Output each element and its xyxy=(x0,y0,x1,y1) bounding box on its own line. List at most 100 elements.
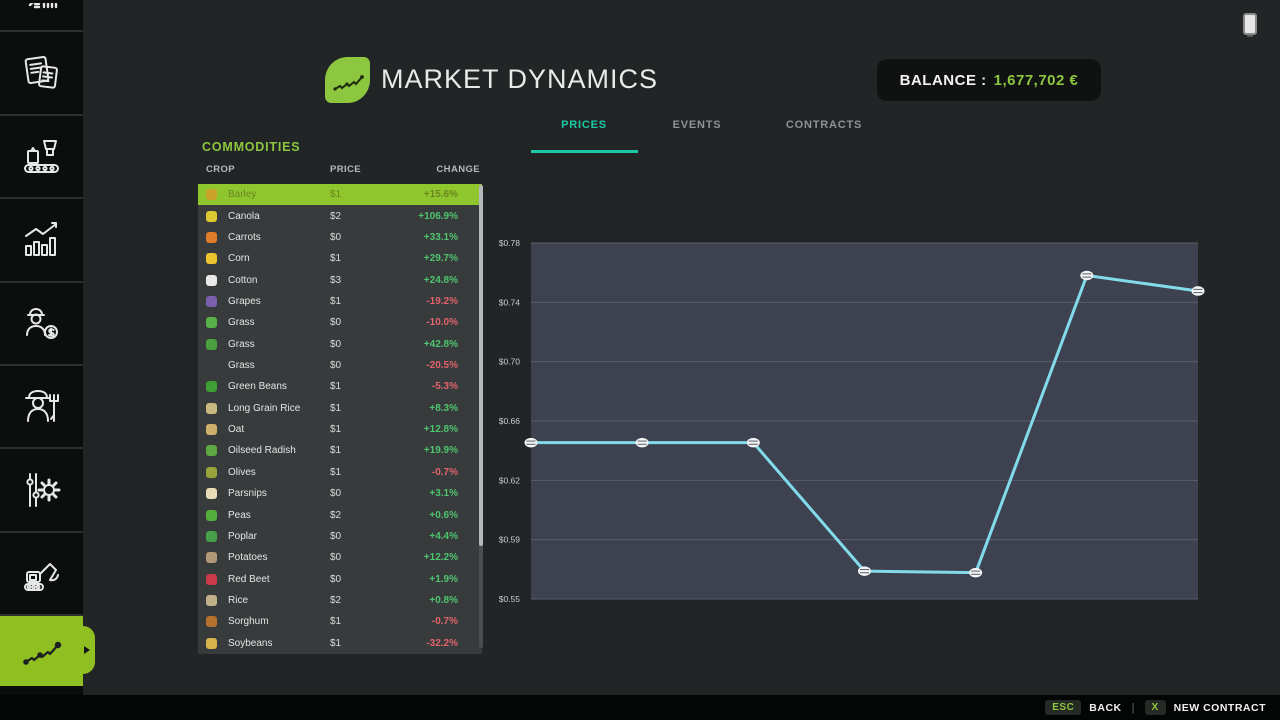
commodity-row[interactable]: Grass$0-20.5% xyxy=(198,355,482,376)
new-contract-hint[interactable]: X NEW CONTRACT xyxy=(1145,700,1267,715)
y-axis-tick-label: $0.70 xyxy=(499,357,521,367)
sidebar-item-sales[interactable] xyxy=(0,281,83,364)
commodity-row[interactable]: Grapes$1-19.2% xyxy=(198,291,482,312)
price-point-marker xyxy=(525,438,538,448)
commodity-change: -5.3% xyxy=(432,381,458,392)
tab-contracts[interactable]: CONTRACTS xyxy=(786,119,862,131)
commodity-row[interactable]: Corn$1+29.7% xyxy=(198,248,482,269)
balance-label: BALANCE : xyxy=(900,72,987,89)
commodity-row[interactable]: Canola$2+106.9% xyxy=(198,205,482,226)
oilseed-radish-icon xyxy=(206,445,217,456)
price-history-chart: $0.78$0.74$0.70$0.66$0.62$0.59$0.55 xyxy=(480,230,1210,606)
commodity-price: $0 xyxy=(330,531,341,542)
column-header-crop: CROP xyxy=(206,164,235,175)
documents-icon xyxy=(20,51,64,95)
commodity-price: $2 xyxy=(330,595,341,606)
y-axis-tick-label: $0.66 xyxy=(499,416,521,426)
commodity-row[interactable]: Long Grain Rice$1+8.3% xyxy=(198,398,482,419)
tab-prices[interactable]: PRICES xyxy=(561,119,607,131)
commodity-row[interactable]: Barley$1+15.6% xyxy=(198,184,482,205)
commodity-change: -19.2% xyxy=(426,296,458,307)
red-beet-icon xyxy=(206,574,217,585)
commodity-price: $1 xyxy=(330,467,341,478)
commodity-name: Peas xyxy=(228,510,429,521)
commodity-change: +33.1% xyxy=(424,232,458,243)
phone-status-icon xyxy=(1243,13,1257,35)
commodity-change: +12.2% xyxy=(424,552,458,563)
commodities-table-header: CROP PRICE CHANGE xyxy=(198,164,482,180)
commodity-price: $0 xyxy=(330,317,341,328)
commodities-section-title: COMMODITIES xyxy=(202,140,300,154)
commodity-row[interactable]: Red Beet$0+1.9% xyxy=(198,568,482,589)
sidebar-item-construction[interactable] xyxy=(0,531,83,614)
commodity-price: $2 xyxy=(330,510,341,521)
esc-key-badge: ESC xyxy=(1045,700,1081,715)
commodity-change: -20.5% xyxy=(426,360,458,371)
back-hint[interactable]: ESC BACK xyxy=(1045,700,1121,715)
sidebar-item-market-dynamics[interactable] xyxy=(0,614,83,686)
commodity-price: $1 xyxy=(330,616,341,627)
commodity-name: Canola xyxy=(228,211,418,222)
commodity-row[interactable]: Cotton$3+24.8% xyxy=(198,269,482,290)
sidebar-item-farmhands[interactable] xyxy=(0,364,83,447)
poplar-icon xyxy=(206,531,217,542)
commodity-price: $1 xyxy=(330,189,341,200)
commodity-row[interactable]: Sorghum$1-0.7% xyxy=(198,611,482,632)
commodity-row[interactable]: Peas$2+0.6% xyxy=(198,504,482,525)
trend-logo-icon xyxy=(331,65,365,95)
commodity-row[interactable]: Grass$0+42.8% xyxy=(198,334,482,355)
y-axis-tick-label: $0.59 xyxy=(499,535,521,545)
commodity-row[interactable]: Parsnips$0+3.1% xyxy=(198,483,482,504)
commodity-row[interactable]: Olives$1-0.7% xyxy=(198,462,482,483)
commodity-change: +19.9% xyxy=(424,445,458,456)
commodity-row[interactable]: Green Beans$1-5.3% xyxy=(198,376,482,397)
commodity-name: Oilseed Radish xyxy=(228,445,424,456)
y-axis-tick-label: $0.62 xyxy=(499,475,521,485)
commodity-row[interactable]: Potatoes$0+12.2% xyxy=(198,547,482,568)
commodity-name: Rice xyxy=(228,595,429,606)
commodity-change: +4.4% xyxy=(429,531,458,542)
sidebar-item-production[interactable] xyxy=(0,114,83,197)
tab-events[interactable]: EVENTS xyxy=(673,119,722,131)
y-axis-tick-label: $0.55 xyxy=(499,594,521,604)
price-point-marker xyxy=(969,568,982,578)
sliders-gear-icon xyxy=(20,468,64,512)
commodity-row[interactable]: Poplar$0+4.4% xyxy=(198,526,482,547)
sorghum-icon xyxy=(206,616,217,627)
price-point-marker xyxy=(747,438,760,448)
y-axis-tick-label: $0.78 xyxy=(499,238,521,248)
market-dynamics-icon xyxy=(19,631,65,671)
commodity-change: +12.8% xyxy=(424,424,458,435)
commodity-name: Carrots xyxy=(228,232,424,243)
production-icon xyxy=(20,135,64,179)
commodity-price: $0 xyxy=(330,574,341,585)
commodity-name: Red Beet xyxy=(228,574,429,585)
farmer-icon xyxy=(20,385,64,429)
sidebar-item-finances[interactable] xyxy=(0,0,83,30)
grass-icon xyxy=(206,317,217,328)
commodity-row[interactable]: Grass$0-10.0% xyxy=(198,312,482,333)
market-dynamics-screen: MARKET DYNAMICS BALANCE : 1,677,702 € PR… xyxy=(0,0,1280,720)
commodity-price: $1 xyxy=(330,445,341,456)
commodity-price: $0 xyxy=(330,488,341,499)
commodity-price: $1 xyxy=(330,424,341,435)
commodity-row[interactable]: Oat$1+12.8% xyxy=(198,419,482,440)
commodity-name: Grass xyxy=(228,339,424,350)
excavator-icon xyxy=(20,552,64,596)
sidebar-item-statistics[interactable] xyxy=(0,197,83,281)
commodity-row[interactable]: Rice$2+0.8% xyxy=(198,590,482,611)
commodity-change: +29.7% xyxy=(424,253,458,264)
commodity-row[interactable]: Soybeans$1-32.2% xyxy=(198,633,482,654)
commodity-change: +8.3% xyxy=(429,403,458,414)
commodity-row[interactable]: Carrots$0+33.1% xyxy=(198,227,482,248)
oat-icon xyxy=(206,424,217,435)
commodity-price: $2 xyxy=(330,211,341,222)
commodity-name: Soybeans xyxy=(228,638,426,649)
app-logo xyxy=(325,57,370,103)
canola-icon xyxy=(206,211,217,222)
sidebar-item-documents[interactable] xyxy=(0,30,83,114)
column-header-price: PRICE xyxy=(330,164,361,175)
sidebar-item-settings[interactable] xyxy=(0,447,83,531)
price-point-marker xyxy=(636,438,649,448)
commodity-row[interactable]: Oilseed Radish$1 +19.9% xyxy=(198,440,482,461)
